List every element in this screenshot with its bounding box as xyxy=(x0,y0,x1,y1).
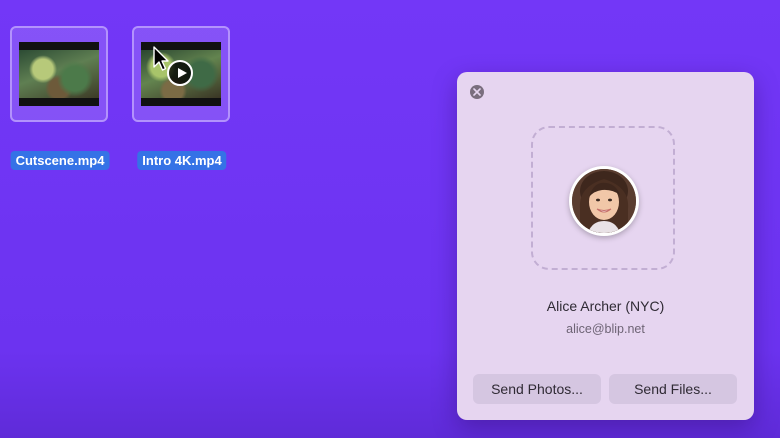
play-icon[interactable] xyxy=(167,60,193,86)
close-button[interactable] xyxy=(470,85,484,99)
file-selection-frame xyxy=(10,26,108,122)
file-name-label[interactable]: Cutscene.mp4 xyxy=(10,151,110,170)
avatar[interactable] xyxy=(569,166,639,236)
video-thumbnail xyxy=(19,42,99,106)
thumbnail-scene xyxy=(19,50,99,98)
avatar-photo xyxy=(572,169,636,233)
send-files-button[interactable]: Send Files... xyxy=(609,374,737,404)
contact-email: alice@blip.net xyxy=(566,322,645,336)
file-selection-frame xyxy=(132,26,230,122)
file-name-label[interactable]: Intro 4K.mp4 xyxy=(137,151,227,170)
close-icon xyxy=(473,88,481,96)
airdrop-share-panel: Alice Archer (NYC) alice@blip.net Send P… xyxy=(457,72,754,420)
person-portrait-icon xyxy=(572,169,636,233)
send-photos-button[interactable]: Send Photos... xyxy=(473,374,601,404)
desktop: Cutscene.mp4 Intro 4K.mp4 Alice Archer (… xyxy=(0,0,780,438)
pointer-cursor-icon xyxy=(153,46,169,71)
contact-name: Alice Archer (NYC) xyxy=(546,298,665,314)
